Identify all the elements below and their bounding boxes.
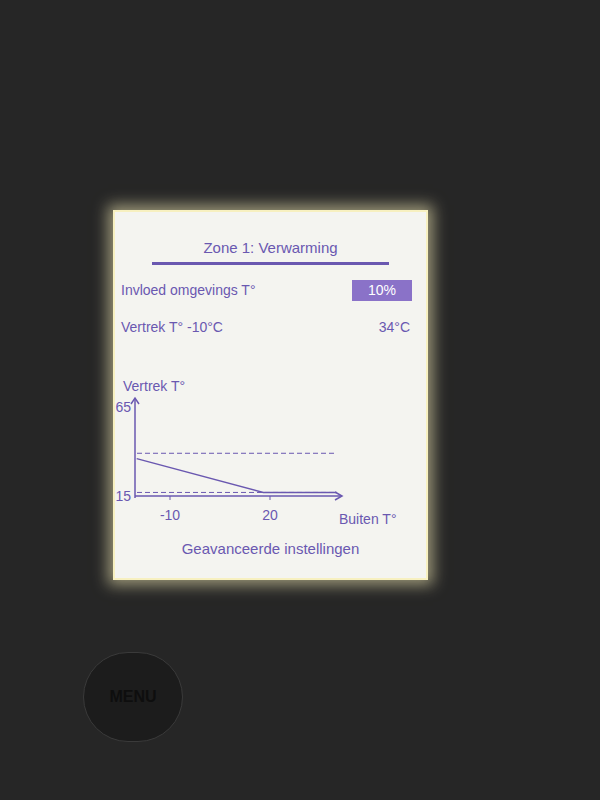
setting-label: Invloed omgevings T°	[121, 280, 256, 301]
advanced-settings-link[interactable]: Geavanceerde instellingen	[115, 539, 426, 559]
y-axis-label: Vertrek T°	[123, 378, 185, 394]
menu-button[interactable]: MENU	[83, 652, 183, 742]
x-tick-mark	[269, 496, 270, 500]
setting-row[interactable]: Invloed omgevings T° 10%	[121, 279, 412, 301]
setting-row[interactable]: Vertrek T° -10°C 34°C	[121, 316, 412, 338]
x-axis	[135, 495, 341, 497]
setting-label: Vertrek T° -10°C	[121, 317, 223, 338]
y-axis	[134, 399, 136, 498]
setting-value: 10%	[352, 280, 412, 301]
y-tick: 65	[115, 399, 131, 415]
title-underline	[115, 262, 426, 265]
y-axis-arrow-icon	[131, 398, 139, 404]
heating-curve-chart: Vertrek T° 65 15 -10 20 Buiten T°	[115, 374, 430, 539]
x-axis-arrow-icon	[335, 492, 342, 500]
y-tick: 15	[115, 488, 131, 504]
x-tick-mark	[170, 496, 171, 500]
heating-curve	[137, 459, 337, 493]
x-tick: -10	[160, 507, 180, 523]
photo: Zone 1: Verwarming Invloed omgevings T° 10…	[0, 0, 600, 800]
x-tick: 20	[262, 507, 278, 523]
display-screen: Zone 1: Verwarming Invloed omgevings T° 10…	[113, 210, 428, 580]
setting-value: 34°C	[377, 317, 412, 338]
max-limit-line	[137, 453, 335, 454]
screen-title: Zone 1: Verwarming	[115, 212, 426, 258]
x-axis-label: Buiten T°	[339, 511, 396, 527]
